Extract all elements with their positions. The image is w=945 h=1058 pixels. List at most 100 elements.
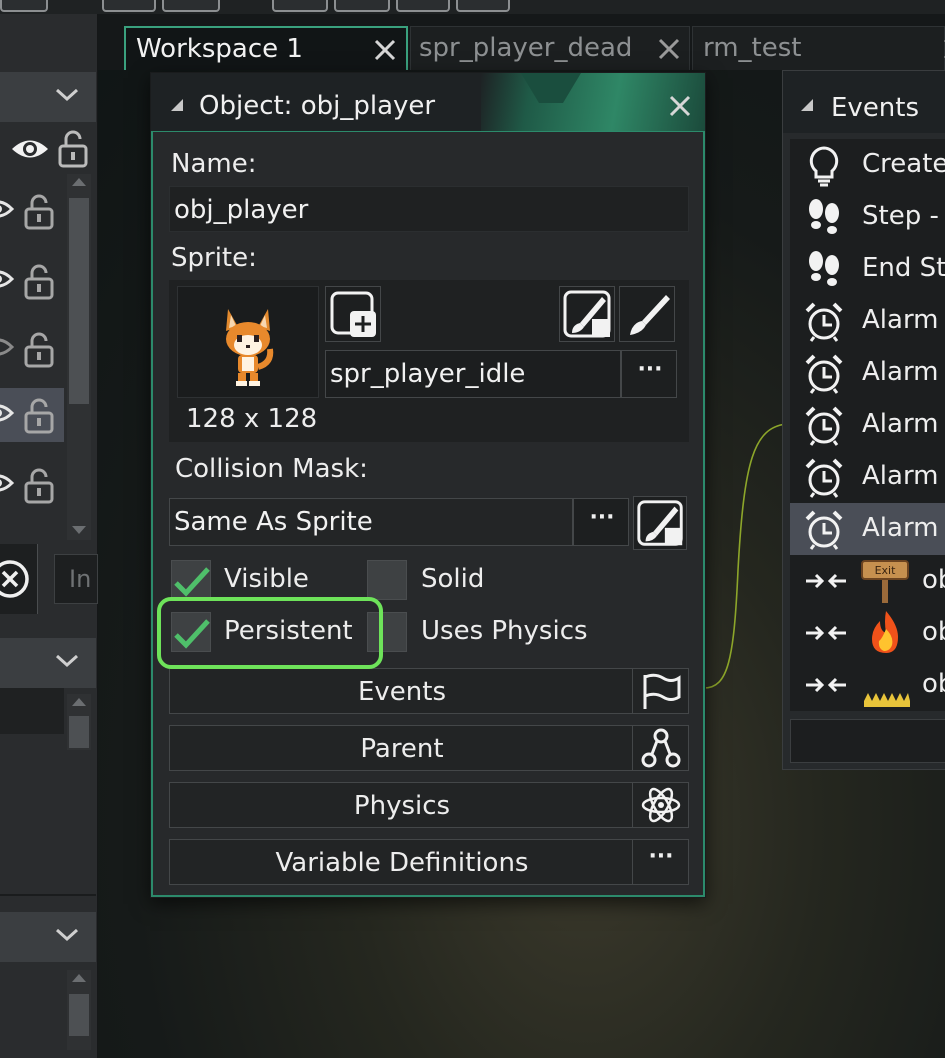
toolbar-button[interactable] — [396, 0, 450, 12]
eye-icon[interactable] — [0, 196, 18, 222]
name-field[interactable]: obj_player — [169, 186, 689, 232]
clear-search-button[interactable] — [0, 544, 38, 614]
scroll-up-arrow[interactable] — [72, 974, 86, 982]
eye-icon[interactable] — [0, 266, 18, 292]
solid-checkbox[interactable] — [367, 560, 407, 600]
parent-button[interactable]: Parent — [169, 725, 689, 771]
collision-icon — [806, 573, 846, 589]
properties-dropdown[interactable] — [0, 638, 96, 688]
lock-open-icon[interactable] — [24, 332, 54, 368]
collision-mask-field[interactable]: Same As Sprite — [169, 498, 573, 546]
eye-icon[interactable] — [10, 134, 50, 164]
flag-icon — [643, 673, 681, 709]
close-icon[interactable] — [372, 37, 398, 63]
add-event-field[interactable] — [790, 719, 945, 763]
tab-workspace-1[interactable]: Workspace 1 — [124, 26, 408, 70]
event-label: Alarm — [862, 409, 939, 439]
toolbar-button[interactable] — [162, 0, 220, 12]
lock-open-icon[interactable] — [58, 130, 88, 168]
search-placeholder: In — [69, 565, 92, 593]
lock-open-icon[interactable] — [24, 194, 54, 230]
lock-open-icon[interactable] — [24, 398, 54, 434]
object-editor-window: Object: obj_player Name: obj_player Spri… — [150, 72, 706, 898]
collapse-triangle-icon[interactable] — [169, 97, 185, 113]
properties-scrollbar[interactable] — [67, 694, 91, 750]
edit-sprite-icon — [637, 500, 683, 546]
visible-checkbox[interactable] — [171, 560, 211, 600]
variable-definitions-more-button[interactable]: ··· — [632, 840, 688, 884]
parent-button-label: Parent — [360, 734, 444, 764]
edit-mask-button[interactable] — [633, 496, 687, 550]
events-button-label: Events — [357, 677, 447, 707]
event-item-create[interactable]: Create — [790, 139, 945, 191]
event-item-step[interactable]: Step - B — [790, 191, 945, 243]
events-panel-header[interactable]: Events — [783, 71, 945, 133]
sprite-browse-button[interactable]: ··· — [621, 350, 677, 398]
scroll-thumb[interactable] — [69, 198, 89, 404]
variable-definitions-button[interactable]: Variable Definitions ··· — [169, 839, 689, 885]
event-item-alarm[interactable]: Alarm — [790, 451, 945, 503]
event-item-collision[interactable]: ob — [790, 659, 945, 711]
layer-row[interactable] — [0, 184, 64, 238]
event-connector-line — [703, 423, 787, 689]
close-icon[interactable] — [941, 36, 945, 62]
alarm-clock-icon — [805, 302, 843, 342]
layers-dropdown[interactable] — [0, 72, 96, 122]
scroll-down-arrow[interactable] — [72, 526, 86, 534]
sprite-brush-button[interactable] — [619, 286, 675, 342]
events-icon-button[interactable] — [632, 669, 688, 713]
event-item-alarm-selected[interactable]: Alarm — [790, 503, 945, 555]
close-icon[interactable] — [667, 93, 693, 119]
events-button[interactable]: Events — [169, 668, 689, 714]
event-item-collision[interactable]: Exit ob — [790, 555, 945, 607]
event-label: Alarm — [862, 461, 939, 491]
layer-row[interactable] — [0, 254, 64, 308]
fox-sprite-image — [226, 309, 274, 386]
new-sprite-button[interactable] — [325, 286, 381, 342]
event-label: End Ste — [862, 253, 945, 283]
physics-button[interactable]: Physics — [169, 782, 689, 828]
toolbar-button[interactable] — [102, 0, 156, 12]
scroll-up-arrow[interactable] — [72, 178, 86, 186]
eye-icon[interactable] — [0, 470, 18, 496]
physics-icon-button[interactable] — [632, 783, 688, 827]
instances-scrollbar[interactable] — [67, 970, 91, 1050]
footsteps-icon — [809, 199, 839, 234]
object-editor-header[interactable]: Object: obj_player — [151, 73, 705, 131]
sprite-preview[interactable] — [177, 286, 319, 398]
toolbar-button[interactable] — [0, 0, 48, 12]
list-item[interactable] — [0, 688, 64, 734]
close-icon[interactable] — [656, 36, 682, 62]
layer-row-selected[interactable] — [0, 388, 64, 442]
tab-rm-test[interactable]: rm_test — [692, 26, 945, 70]
layer-row[interactable] — [0, 458, 64, 512]
scroll-thumb[interactable] — [69, 716, 89, 748]
layers-scrollbar[interactable] — [67, 174, 91, 540]
search-input[interactable]: In — [54, 554, 98, 604]
toolbar-button[interactable] — [334, 0, 390, 12]
physics-button-label: Physics — [353, 791, 451, 821]
collision-mask-browse-button[interactable]: ··· — [573, 498, 629, 546]
sprite-name-field[interactable]: spr_player_idle — [325, 350, 621, 398]
edit-sprite-button[interactable] — [559, 286, 615, 342]
event-item-alarm[interactable]: Alarm — [790, 295, 945, 347]
instances-dropdown[interactable] — [0, 912, 96, 962]
tab-spr-player-dead[interactable]: spr_player_dead — [410, 26, 690, 70]
event-item-collision[interactable]: ob — [790, 607, 945, 659]
collapse-triangle-icon[interactable] — [799, 97, 815, 113]
scroll-thumb[interactable] — [69, 994, 89, 1036]
lock-open-icon[interactable] — [24, 264, 54, 300]
toolbar-button[interactable] — [456, 0, 510, 12]
parent-icon-button[interactable] — [632, 726, 688, 770]
event-item-end-step[interactable]: End Ste — [790, 243, 945, 295]
toolbar-button[interactable] — [272, 0, 328, 12]
event-item-alarm[interactable]: Alarm — [790, 399, 945, 451]
scroll-up-arrow[interactable] — [72, 698, 86, 706]
event-item-alarm[interactable]: Alarm — [790, 347, 945, 399]
eye-icon[interactable] — [0, 400, 18, 426]
uses-physics-label: Uses Physics — [421, 616, 588, 646]
lock-open-icon[interactable] — [24, 468, 54, 504]
eye-icon[interactable] — [0, 334, 18, 360]
layer-row[interactable] — [0, 322, 64, 376]
sprite-label: Sprite: — [171, 243, 257, 273]
